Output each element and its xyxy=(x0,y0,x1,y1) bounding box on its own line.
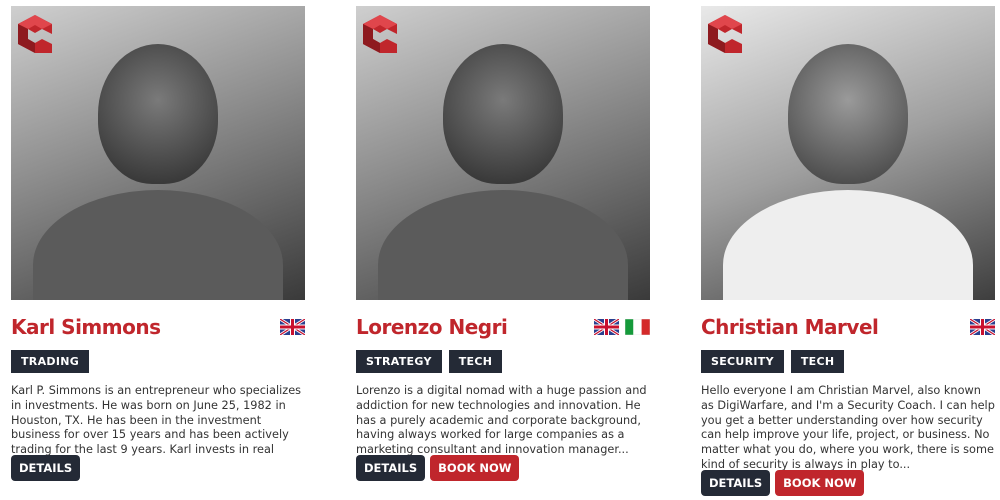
coach-bio: Lorenzo is a digital nomad with a huge p… xyxy=(356,384,647,457)
tag-strategy: STRATEGY xyxy=(356,350,442,373)
photo-figure-head xyxy=(98,44,218,184)
profile-photo[interactable] xyxy=(356,6,650,300)
italy-flag-icon xyxy=(625,319,650,335)
uk-flag-icon xyxy=(594,319,619,335)
coach-card-christian-marvel: Christian Marvel SECURITY TECH Hello eve… xyxy=(701,6,995,496)
coach-name[interactable]: Christian Marvel xyxy=(701,315,879,339)
coach-name[interactable]: Karl Simmons xyxy=(11,315,161,339)
tag-tech: TECH xyxy=(448,350,503,373)
uk-flag-icon xyxy=(280,319,305,335)
details-button[interactable]: DETAILS xyxy=(701,470,771,496)
photo-figure-body xyxy=(723,190,973,300)
photo-figure-head xyxy=(443,44,563,184)
brand-logo-icon xyxy=(363,15,397,53)
uk-flag-icon xyxy=(970,319,995,335)
profile-photo[interactable] xyxy=(11,6,305,300)
tag-security: SECURITY xyxy=(701,350,784,373)
book-now-button[interactable]: BOOK NOW xyxy=(775,470,865,496)
coach-card-lorenzo-negri: Lorenzo Negri STRATEGY TECH Lorenzo is a… xyxy=(356,6,650,481)
brand-logo-icon xyxy=(708,15,742,53)
photo-figure-body xyxy=(33,190,283,300)
coach-bio: Karl P. Simmons is an entrepreneur who s… xyxy=(11,384,302,458)
tag-tech: TECH xyxy=(790,350,845,373)
details-button[interactable]: DETAILS xyxy=(11,455,81,481)
details-button[interactable]: DETAILS xyxy=(356,455,426,481)
coach-bio: Hello everyone I am Christian Marvel, al… xyxy=(701,384,995,471)
tag-trading: TRADING xyxy=(11,350,90,373)
photo-figure-body xyxy=(378,190,628,300)
book-now-button[interactable]: BOOK NOW xyxy=(430,455,520,481)
photo-figure-head xyxy=(788,44,908,184)
profile-photo[interactable] xyxy=(701,6,995,300)
coach-card-karl-simmons: Karl Simmons TRADING Karl P. Simmons is … xyxy=(11,6,305,481)
brand-logo-icon xyxy=(18,15,52,53)
coach-name[interactable]: Lorenzo Negri xyxy=(356,315,508,339)
